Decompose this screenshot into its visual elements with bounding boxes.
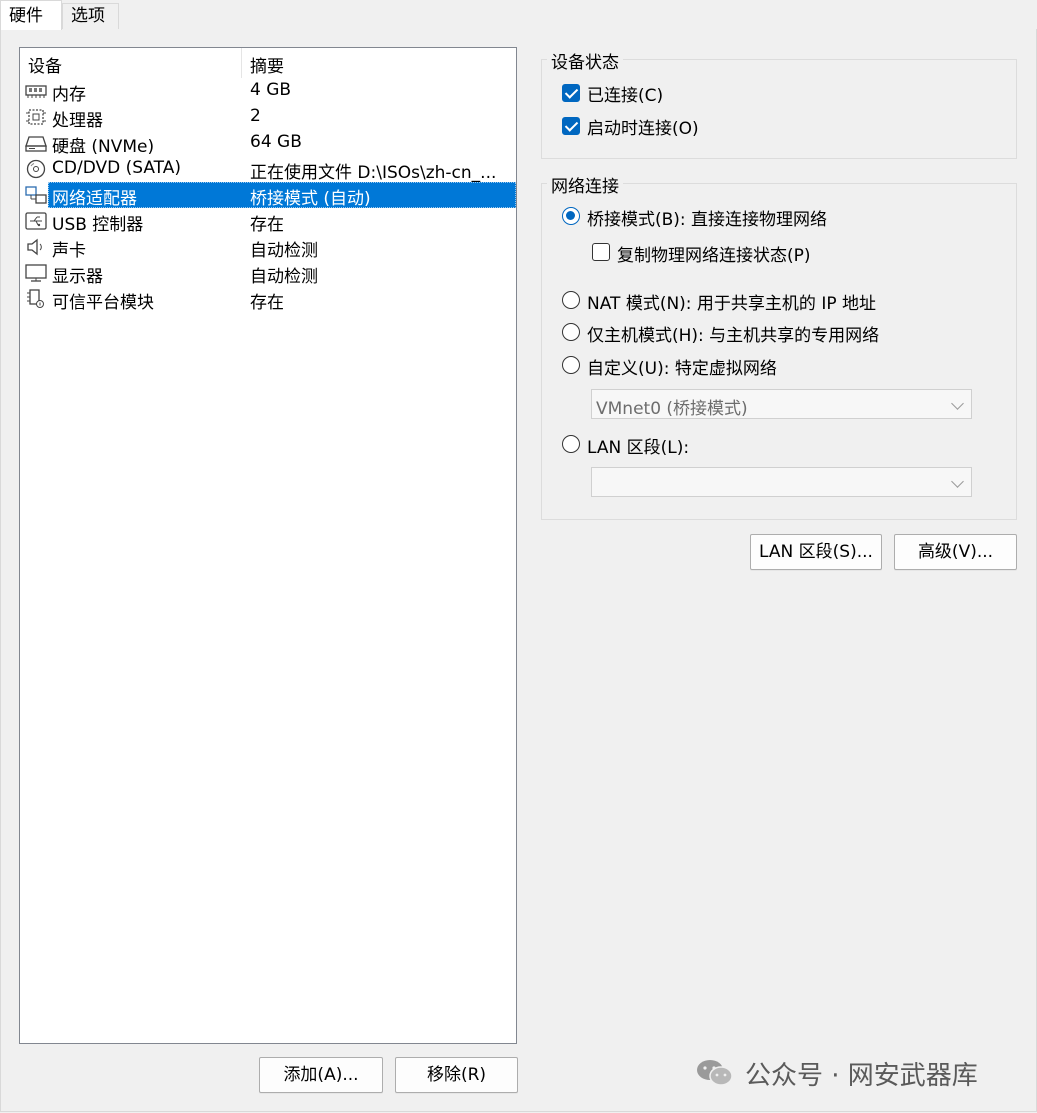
device-row-memory[interactable]: 内存 4 GB: [20, 78, 516, 105]
device-list[interactable]: 设备 摘要 内存 4 GB 处理器 2 硬盘 (NVMe) 64 GB CD/D…: [19, 47, 517, 1044]
custom-network-select[interactable]: VMnet0 (桥接模式): [591, 389, 972, 419]
device-name: 声卡: [52, 241, 86, 261]
device-row-processor[interactable]: 处理器 2: [20, 104, 516, 131]
device-row-hard-disk[interactable]: 硬盘 (NVMe) 64 GB: [20, 130, 516, 157]
advanced-button[interactable]: 高级(V)...: [894, 534, 1017, 570]
connected-checkbox[interactable]: [562, 84, 580, 102]
device-row-tpm[interactable]: 可信平台模块 存在: [20, 286, 516, 313]
device-summary: 自动检测: [250, 267, 318, 287]
device-summary: 正在使用文件 D:\ISOs\zh-cn_...: [250, 163, 497, 183]
chevron-down-icon: [951, 475, 964, 488]
custom-radio[interactable]: [562, 356, 580, 374]
network-connection-title: 网络连接: [547, 172, 623, 197]
custom-label[interactable]: 自定义(U): 特定虚拟网络: [587, 354, 777, 379]
device-summary: 桥接模式 (自动): [250, 189, 371, 209]
device-summary: 2: [250, 106, 261, 126]
device-name: USB 控制器: [52, 215, 144, 235]
device-status-title: 设备状态: [547, 48, 623, 73]
device-list-header: 设备 摘要: [20, 48, 516, 78]
memory-icon: [25, 85, 47, 98]
display-icon: [25, 264, 47, 282]
device-row-network-adapter[interactable]: 网络适配器 桥接模式 (自动): [20, 182, 516, 209]
device-summary: 存在: [250, 215, 284, 235]
column-header-device[interactable]: 设备: [28, 52, 62, 77]
device-row-cd-dvd[interactable]: CD/DVD (SATA) 正在使用文件 D:\ISOs\zh-cn_...: [20, 156, 516, 183]
host-only-radio[interactable]: [562, 323, 580, 341]
nat-label[interactable]: NAT 模式(N): 用于共享主机的 IP 地址: [587, 289, 876, 314]
device-name: 网络适配器: [52, 189, 137, 209]
tab-hardware[interactable]: 硬件: [0, 0, 62, 30]
replicate-state-label[interactable]: 复制物理网络连接状态(P): [617, 241, 811, 266]
chevron-down-icon: [951, 397, 964, 410]
device-name: 内存: [52, 85, 86, 105]
cd-dvd-icon: [26, 159, 46, 179]
column-separator[interactable]: [241, 48, 242, 78]
device-name: 处理器: [52, 111, 103, 131]
network-adapter-icon: [25, 186, 47, 204]
host-only-label[interactable]: 仅主机模式(H): 与主机共享的专用网络: [587, 321, 879, 346]
device-summary: 64 GB: [250, 132, 302, 152]
device-name: 显示器: [52, 267, 103, 287]
tpm-icon: [27, 289, 44, 308]
processor-icon: [26, 109, 46, 125]
lan-segment-radio[interactable]: [562, 435, 580, 453]
replicate-state-checkbox[interactable]: [592, 243, 610, 261]
column-header-summary[interactable]: 摘要: [250, 52, 284, 77]
bridged-label[interactable]: 桥接模式(B): 直接连接物理网络: [587, 205, 827, 230]
tab-options[interactable]: 选项: [62, 3, 119, 29]
device-summary: 存在: [250, 293, 284, 313]
device-row-usb-controller[interactable]: USB 控制器 存在: [20, 208, 516, 235]
nat-radio[interactable]: [562, 291, 580, 309]
lan-segment-select[interactable]: [591, 467, 972, 497]
tab-bar: 硬件 选项: [0, 0, 1037, 30]
device-rows: 内存 4 GB 处理器 2 硬盘 (NVMe) 64 GB CD/DVD (SA…: [20, 78, 516, 313]
device-name: 可信平台模块: [52, 293, 154, 313]
bridged-radio[interactable]: [562, 207, 580, 225]
wechat-icon: [697, 1060, 733, 1086]
device-row-sound-card[interactable]: 声卡 自动检测: [20, 234, 516, 261]
sound-card-icon: [27, 238, 42, 256]
device-status-group: [541, 59, 1017, 159]
usb-icon: [25, 212, 47, 230]
device-row-display[interactable]: 显示器 自动检测: [20, 260, 516, 287]
connect-at-power-on-label[interactable]: 启动时连接(O): [587, 114, 699, 139]
device-summary: 4 GB: [250, 80, 292, 100]
add-button[interactable]: 添加(A)...: [259, 1057, 383, 1093]
lan-segment-label[interactable]: LAN 区段(L):: [587, 433, 689, 458]
watermark-text: 公众号 · 网安武器库: [745, 1061, 978, 1091]
remove-button[interactable]: 移除(R): [395, 1057, 518, 1093]
connect-at-power-on-checkbox[interactable]: [562, 117, 580, 135]
connected-label[interactable]: 已连接(C): [587, 81, 663, 106]
device-summary: 自动检测: [250, 241, 318, 261]
lan-segments-button[interactable]: LAN 区段(S)...: [750, 534, 882, 570]
custom-network-value: VMnet0 (桥接模式): [596, 399, 748, 419]
device-name: 硬盘 (NVMe): [52, 137, 155, 157]
device-name: CD/DVD (SATA): [52, 158, 181, 178]
hard-disk-icon: [25, 136, 47, 152]
